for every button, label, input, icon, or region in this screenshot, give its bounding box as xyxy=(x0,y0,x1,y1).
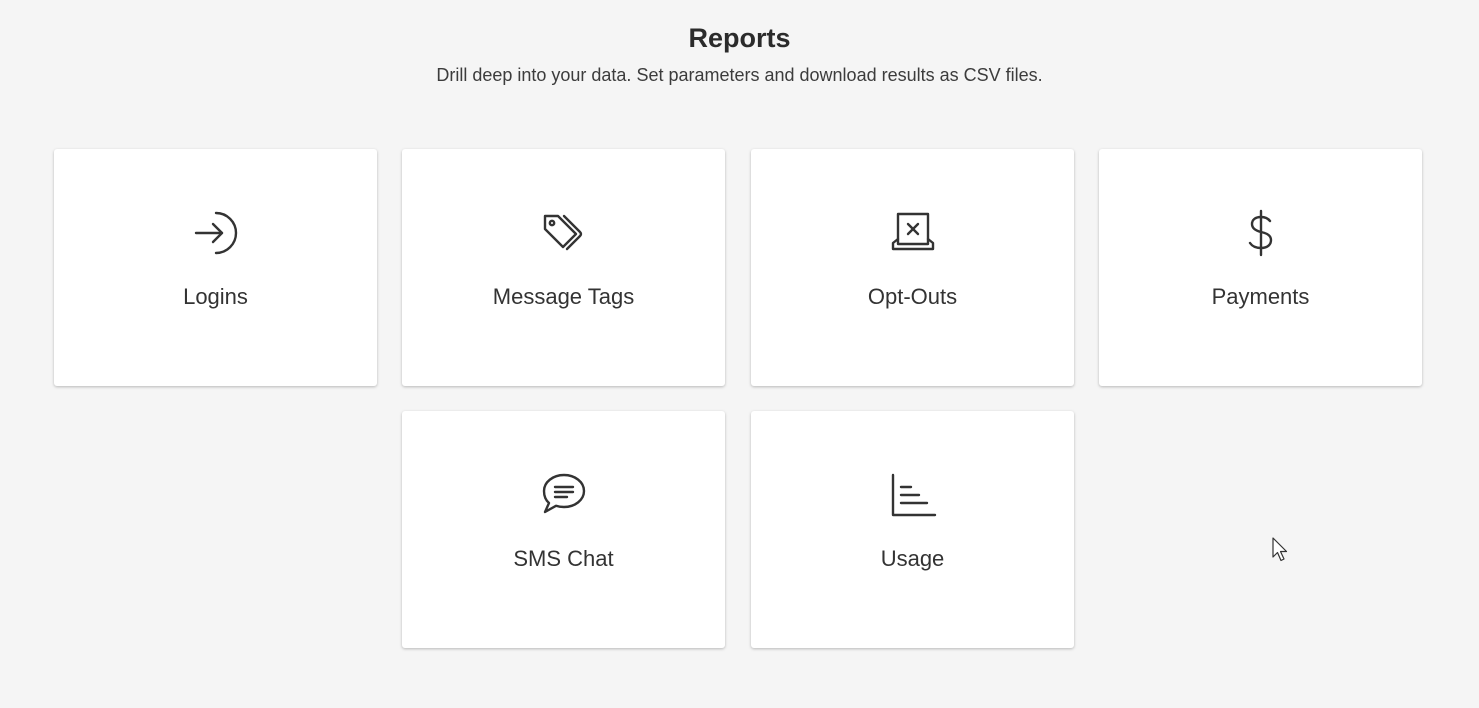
report-card-opt-outs[interactable]: Opt-Outs xyxy=(751,149,1074,386)
report-card-label: Usage xyxy=(880,546,945,571)
report-card-usage[interactable]: Usage xyxy=(751,411,1074,648)
login-arrow-icon xyxy=(192,209,240,257)
report-card-label: Opt-Outs xyxy=(867,284,958,309)
report-card-logins[interactable]: Logins xyxy=(54,149,377,386)
report-card-payments[interactable]: Payments xyxy=(1099,149,1422,386)
page-header: Reports Drill deep into your data. Set p… xyxy=(0,20,1479,90)
opt-out-icon xyxy=(889,209,937,257)
report-card-label: Payments xyxy=(1211,284,1310,309)
report-card-label: Message Tags xyxy=(492,284,635,309)
bar-chart-icon xyxy=(889,471,937,519)
dollar-icon xyxy=(1237,209,1285,257)
report-card-label: Logins xyxy=(183,284,248,309)
chat-bubble-icon xyxy=(540,471,588,519)
page-subtitle: Drill deep into your data. Set parameter… xyxy=(436,65,1043,85)
page-title: Reports xyxy=(688,23,791,53)
report-card-sms-chat[interactable]: SMS Chat xyxy=(402,411,725,648)
report-card-label: SMS Chat xyxy=(513,546,614,571)
report-card-message-tags[interactable]: Message Tags xyxy=(402,149,725,386)
reports-page: Reports Drill deep into your data. Set p… xyxy=(0,0,1479,708)
tags-icon xyxy=(540,209,588,257)
mouse-cursor-icon xyxy=(1272,537,1288,562)
